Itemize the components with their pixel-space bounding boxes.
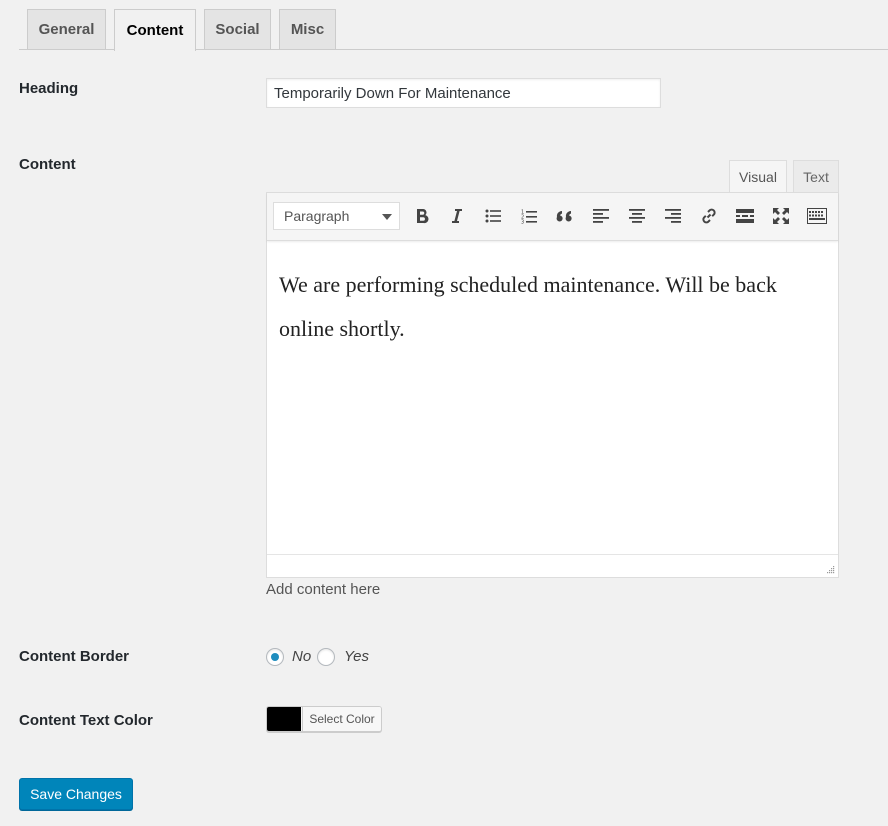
heading-label: Heading <box>19 80 79 97</box>
format-select-value: Paragraph <box>284 208 350 224</box>
align-left-icon[interactable] <box>586 202 616 230</box>
settings-tabs: General Content Social Misc <box>19 8 888 51</box>
border-yes-label: Yes <box>344 648 370 665</box>
editor-toolbar: Paragraph 123 <box>267 193 838 241</box>
heading-input[interactable] <box>266 78 661 108</box>
select-color-button[interactable]: Select Color <box>266 706 382 732</box>
bulleted-list-icon[interactable] <box>478 202 508 230</box>
italic-icon[interactable] <box>442 202 472 230</box>
resize-grip-icon[interactable] <box>825 564 835 574</box>
fullscreen-icon[interactable] <box>766 202 796 230</box>
bold-icon[interactable] <box>407 202 437 230</box>
tab-content[interactable]: Content <box>114 9 196 51</box>
blockquote-icon[interactable] <box>550 202 580 230</box>
text-mode-tab[interactable]: Text <box>793 160 839 193</box>
content-hint: Add content here <box>266 581 381 598</box>
editor-body[interactable]: We are performing scheduled maintenance.… <box>279 263 824 351</box>
save-changes-button[interactable]: Save Changes <box>19 778 133 810</box>
content-label: Content <box>19 156 76 173</box>
visual-mode-tab[interactable]: Visual <box>729 160 787 193</box>
border-yes-radio[interactable] <box>317 648 335 666</box>
svg-text:3: 3 <box>521 219 524 224</box>
border-no-radio[interactable] <box>266 648 284 666</box>
align-center-icon[interactable] <box>622 202 652 230</box>
content-editor: Paragraph 123 We are performing schedule… <box>266 192 839 578</box>
border-no-label: No <box>292 648 312 665</box>
tab-misc[interactable]: Misc <box>279 9 336 49</box>
numbered-list-icon[interactable]: 123 <box>514 202 544 230</box>
link-icon[interactable] <box>694 202 724 230</box>
select-color-label: Select Color <box>302 707 381 731</box>
content-text-color-label: Content Text Color <box>19 712 153 729</box>
format-select[interactable]: Paragraph <box>273 202 400 230</box>
chevron-down-icon <box>382 214 392 220</box>
content-border-label: Content Border <box>19 648 129 665</box>
read-more-icon[interactable] <box>730 202 760 230</box>
toolbar-toggle-icon[interactable] <box>802 202 832 230</box>
editor-statusbar <box>267 554 838 577</box>
color-swatch <box>267 707 301 731</box>
tab-general[interactable]: General <box>27 9 106 49</box>
align-right-icon[interactable] <box>658 202 688 230</box>
tab-social[interactable]: Social <box>204 9 271 49</box>
